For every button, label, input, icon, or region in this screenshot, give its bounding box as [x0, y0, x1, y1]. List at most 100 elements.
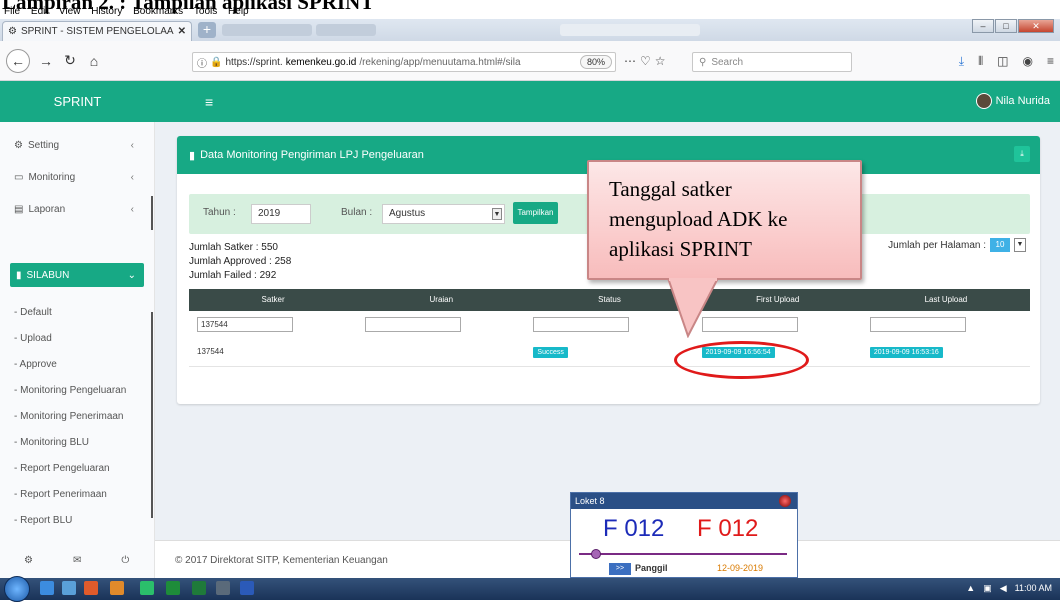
record-icon[interactable]	[779, 495, 791, 507]
queue-slider-knob[interactable]	[591, 549, 601, 559]
menu-history[interactable]: History	[91, 6, 122, 17]
uraian-filter-input[interactable]	[365, 317, 462, 332]
url-path: /rekening/app/menuutama.html#/sila	[359, 56, 521, 68]
menu-help[interactable]: Help	[228, 6, 249, 17]
sidebar-item-monitoring[interactable]: ▭ Monitoring ‹	[14, 172, 144, 183]
satker-filter-input[interactable]: 137544	[197, 317, 293, 332]
browser-tab[interactable]: ⚙ SPRINT - SISTEM PENGELOLAA ✕	[2, 21, 192, 41]
bulan-select[interactable]: Agustus ▼	[382, 204, 505, 224]
call-next-button[interactable]: >>	[609, 563, 631, 575]
power-icon[interactable]: ⏻	[121, 555, 129, 578]
close-tab-icon[interactable]: ✕	[178, 26, 186, 37]
callout-pointer	[666, 278, 720, 338]
cell-uraian	[357, 337, 525, 366]
excel-icon[interactable]	[192, 581, 206, 595]
tahun-input[interactable]: 2019	[251, 204, 311, 224]
sidebar-item-laporan[interactable]: ▤ Laporan ‹	[14, 204, 144, 215]
jumlah-approved: Jumlah Approved : 258	[189, 256, 292, 267]
call-label: Panggil	[635, 563, 668, 573]
bulan-label: Bulan :	[341, 207, 373, 218]
ie-icon[interactable]	[40, 581, 54, 595]
new-tab-button[interactable]: +	[198, 22, 216, 38]
volume-icon[interactable]: ◀	[1000, 583, 1007, 594]
info-icon[interactable]: ⓘ	[197, 55, 207, 70]
sidebar-scrollbar[interactable]	[151, 196, 153, 230]
network-icon[interactable]: ▣	[983, 583, 992, 594]
search-input[interactable]: ⚲ Search	[692, 52, 852, 72]
account-icon[interactable]: ◉	[1023, 54, 1033, 69]
gear-icon: ⚙	[14, 140, 23, 151]
user-name: Nila Nurida	[995, 95, 1050, 107]
sidebar-subitem-report-blu[interactable]: - Report BLU	[14, 515, 72, 526]
status-filter-input[interactable]	[533, 317, 630, 332]
tab-strip: ⚙ SPRINT - SISTEM PENGELOLAA ✕ + – □ ✕	[0, 19, 1060, 41]
column-last-upload[interactable]: Last Upload	[862, 289, 1030, 311]
callout-line-2: mengupload ADK ke	[609, 207, 788, 231]
more-actions-icon[interactable]: ⋯	[624, 54, 640, 68]
settings-icon[interactable]: ⚙	[24, 555, 33, 578]
column-uraian[interactable]: Uraian	[357, 289, 525, 311]
sidebar-section-silabun[interactable]: ▮ SILABUN ⌄	[10, 263, 144, 287]
home-button[interactable]: ⌂	[84, 51, 104, 71]
pocket-icon[interactable]: ♡	[640, 54, 655, 68]
clock[interactable]: 11:00 AM	[1015, 583, 1052, 594]
address-bar[interactable]: ⓘ 🔒 https://sprint. kemenkeu.go.id/rekeni…	[192, 52, 616, 72]
explorer-icon[interactable]	[62, 581, 76, 595]
menu-tools[interactable]: Tools	[194, 6, 217, 17]
reload-button[interactable]: ↻	[60, 51, 80, 71]
app-icon[interactable]	[166, 581, 180, 595]
user-menu[interactable]: Nila Nurida	[975, 93, 1050, 109]
sidebar-scrollbar[interactable]	[151, 312, 153, 518]
mail-icon[interactable]: ✉	[73, 555, 81, 578]
sidebar-subitem-monitoring-penerimaan[interactable]: - Monitoring Penerimaan	[14, 411, 124, 422]
minimize-button[interactable]: –	[972, 19, 994, 33]
download-icon[interactable]: ⤓	[959, 54, 964, 69]
sidebar-subitem-report-penerimaan[interactable]: - Report Penerimaan	[14, 489, 107, 500]
last-upload-filter-input[interactable]	[869, 317, 966, 332]
sidebar-toggle-button[interactable]: ≡	[205, 94, 213, 110]
chevron-left-icon: ‹	[130, 172, 134, 183]
column-satker[interactable]: Satker	[189, 289, 357, 311]
book-icon: ▮	[16, 269, 22, 281]
menu-file[interactable]: File	[4, 6, 20, 17]
dropdown-arrow-icon[interactable]: ▼	[1014, 238, 1026, 252]
search-placeholder: Search	[711, 56, 744, 68]
bookmark-star-icon[interactable]: ☆	[655, 54, 670, 68]
background-window-tab	[316, 24, 376, 36]
media-icon[interactable]	[84, 581, 98, 595]
forward-button[interactable]: →	[36, 51, 56, 71]
sidebar-item-setting[interactable]: ⚙ Setting ‹	[14, 140, 144, 151]
maximize-button[interactable]: □	[995, 19, 1017, 33]
download-button[interactable]: ⤓	[1014, 146, 1030, 162]
close-window-button[interactable]: ✕	[1018, 19, 1054, 33]
firefox-icon[interactable]	[110, 581, 124, 595]
menu-bookmarks[interactable]: Bookmarks	[133, 6, 183, 17]
lock-icon: 🔒	[210, 56, 223, 68]
sidebar-subitem-report-pengeluaran[interactable]: - Report Pengeluaran	[14, 463, 110, 474]
menu-view[interactable]: View	[59, 6, 81, 17]
back-button[interactable]: ←	[6, 48, 30, 73]
sidebar-item-label: Monitoring	[28, 172, 76, 183]
library-icon[interactable]: ⫴	[978, 54, 983, 69]
per-page-select[interactable]: 10	[990, 238, 1010, 252]
sidebar-subitem-approve[interactable]: - Approve	[14, 359, 57, 370]
tampilkan-button[interactable]: Tampilkan	[513, 202, 558, 224]
app-brand[interactable]: SPRINT	[0, 94, 155, 109]
chrome-icon[interactable]	[140, 581, 154, 595]
sidebar-toggle-icon[interactable]: ◫	[997, 54, 1008, 69]
tray-arrow-icon[interactable]: ▲	[966, 583, 975, 594]
sidebar-subitem-monitoring-blu[interactable]: - Monitoring BLU	[14, 437, 89, 448]
sidebar-subitem-upload[interactable]: - Upload	[14, 333, 52, 344]
menu-edit[interactable]: Edit	[31, 6, 48, 17]
toolbar-icons: ⤓ ⫴ ◫ ◉ ≡	[959, 54, 1054, 69]
hamburger-menu-icon[interactable]: ≡	[1047, 54, 1054, 69]
chevron-left-icon: ‹	[130, 140, 134, 151]
sidebar-subitem-monitoring-pengeluaran[interactable]: - Monitoring Pengeluaran	[14, 385, 126, 396]
sidebar-subitem-default[interactable]: - Default	[14, 307, 52, 318]
zoom-indicator[interactable]: 80%	[580, 55, 612, 69]
sidebar-item-label: Setting	[27, 140, 60, 151]
word-icon[interactable]	[240, 581, 254, 595]
start-button[interactable]	[4, 576, 30, 602]
status-badge: Success	[533, 347, 568, 358]
image-viewer-icon[interactable]	[216, 581, 230, 595]
